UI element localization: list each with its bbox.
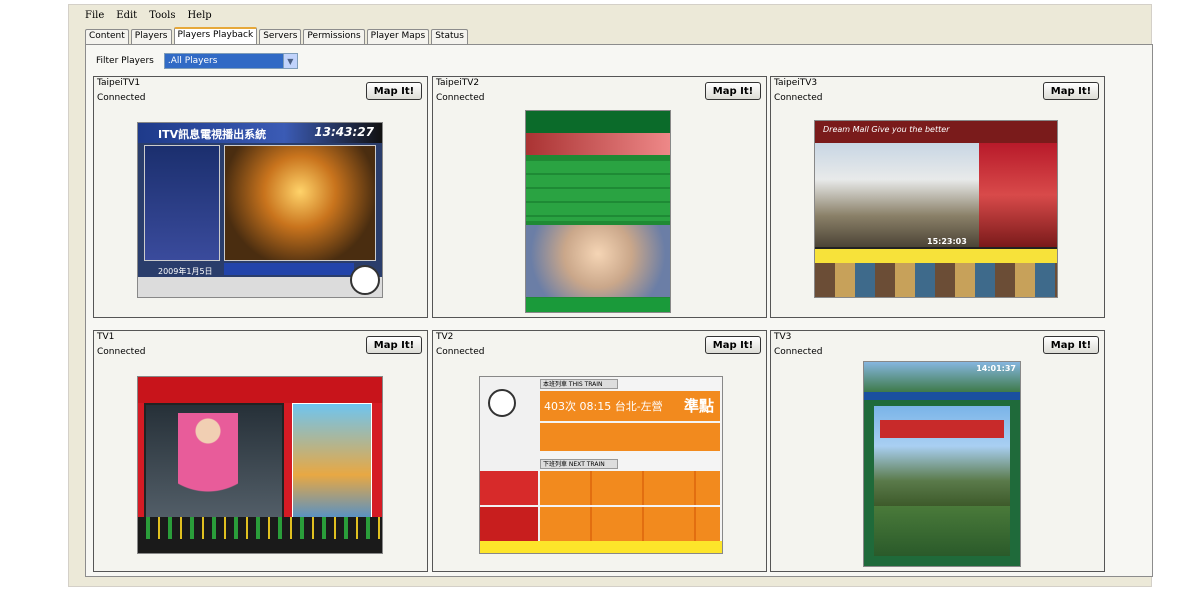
train-info: 403次 08:15 台北-左營 [544, 400, 663, 413]
player-status: Connected [774, 93, 823, 103]
thumb-main-video [224, 145, 376, 261]
thumb-header-text: Dream Mall Give you the better [823, 125, 950, 134]
chevron-down-icon[interactable]: ▼ [282, 54, 297, 68]
filter-row: Filter Players .All Players ▼ [96, 53, 298, 69]
thumb-ticker [815, 249, 1057, 263]
thumb-left-panel [144, 145, 220, 261]
playback-thumbnail: Dream Mall Give you the better 15:23:03 [814, 120, 1058, 298]
player-card-tv1: TV1 Connected Map It! [93, 330, 428, 572]
thumb-strip [815, 263, 1057, 297]
menu-edit[interactable]: Edit [114, 9, 139, 22]
thumb-clock: 13:43:27 [314, 125, 374, 139]
thumb-footer [526, 298, 670, 312]
map-it-button[interactable]: Map It! [705, 82, 761, 100]
player-name: TV2 [436, 332, 454, 342]
thumb-footer [138, 539, 382, 553]
player-card-taipeitv1: TaipeiTV1 Connected Map It! ITV訊息電視播出系統 … [93, 76, 428, 318]
tab-bar: Content Players Players Playback Servers… [85, 27, 470, 44]
thumb-ground [874, 506, 1010, 556]
thumb-photo [815, 143, 979, 247]
thumb-person [178, 413, 238, 513]
tab-player-maps[interactable]: Player Maps [366, 29, 430, 44]
map-it-button[interactable]: Map It! [366, 82, 422, 100]
thumb-band [864, 392, 1020, 400]
thumb-date: 2009年1月5日 [158, 267, 213, 276]
thumb-side-panel [979, 143, 1057, 247]
player-name: TaipeiTV3 [774, 78, 818, 88]
thumb-time: 14:01:37 [976, 364, 1016, 373]
player-card-tv3: TV3 Connected Map It! 14:01:37 [770, 330, 1105, 572]
thumb-header [526, 111, 670, 133]
thumb-band [526, 133, 670, 155]
player-name: TV1 [97, 332, 115, 342]
map-it-button[interactable]: Map It! [705, 336, 761, 354]
tab-servers[interactable]: Servers [259, 29, 302, 44]
playback-thumbnail: 本班列車 THIS TRAIN 403次 08:15 台北-左營 準點 下班列車… [479, 376, 723, 554]
tab-status[interactable]: Status [431, 29, 468, 44]
map-it-button[interactable]: Map It! [1043, 336, 1099, 354]
thumb-caption-bar [224, 263, 354, 275]
player-status: Connected [436, 93, 485, 103]
thumb-arch [880, 420, 1004, 438]
playback-panel: Filter Players .All Players ▼ TaipeiTV1 … [85, 44, 1153, 577]
player-status: Connected [97, 347, 146, 357]
player-name: TaipeiTV1 [97, 78, 141, 88]
map-it-button[interactable]: Map It! [366, 336, 422, 354]
player-card-taipeitv3: TaipeiTV3 Connected Map It! Dream Mall G… [770, 76, 1105, 318]
thumb-ticker [138, 277, 382, 297]
filter-players-select[interactable]: .All Players ▼ [163, 53, 298, 69]
player-status: Connected [97, 93, 146, 103]
playback-thumbnail: ITV訊息電視播出系統 13:43:27 2009年1月5日 [137, 122, 383, 298]
thumb-time: 15:23:03 [927, 237, 967, 246]
filter-label: Filter Players [96, 56, 154, 66]
tab-content[interactable]: Content [85, 29, 129, 44]
tab-players[interactable]: Players [130, 29, 172, 44]
thumb-time-box [480, 507, 538, 541]
app-window: File Edit Tools Help Content Players Pla… [68, 4, 1153, 587]
next-train-label: 下班列車 NEXT TRAIN [540, 459, 618, 469]
playback-thumbnail [137, 376, 383, 554]
menu-tools[interactable]: Tools [147, 9, 177, 22]
clock-icon [350, 265, 380, 295]
this-train-panel: 403次 08:15 台北-左營 準點 [540, 391, 720, 421]
thumb-photo [526, 225, 670, 297]
filter-selected-value: .All Players [164, 54, 283, 68]
player-status: Connected [436, 347, 485, 357]
playback-thumbnail [525, 110, 671, 313]
next-train-row [540, 471, 720, 505]
menu-file[interactable]: File [83, 9, 106, 22]
thumb-header [138, 377, 382, 403]
clock-icon [488, 389, 516, 417]
platform-panel [540, 423, 720, 451]
player-name: TaipeiTV2 [436, 78, 480, 88]
next-train-row [540, 507, 720, 541]
thumb-date-box [480, 471, 538, 505]
thumb-ticker [480, 541, 722, 553]
thumb-title: ITV訊息電視播出系統 [158, 128, 267, 141]
player-card-tv2: TV2 Connected Map It! 本班列車 THIS TRAIN 40… [432, 330, 767, 572]
player-name: TV3 [774, 332, 792, 342]
this-train-label: 本班列車 THIS TRAIN [540, 379, 618, 389]
thumb-poster [292, 403, 372, 523]
thumb-header: Dream Mall Give you the better [815, 121, 1057, 143]
map-it-button[interactable]: Map It! [1043, 82, 1099, 100]
tab-players-playback[interactable]: Players Playback [173, 27, 258, 44]
ontime-status: 準點 [683, 397, 714, 415]
thumb-rows [526, 161, 670, 221]
menu-bar: File Edit Tools Help [69, 5, 1151, 25]
player-status: Connected [774, 347, 823, 357]
player-card-taipeitv2: TaipeiTV2 Connected Map It! [432, 76, 767, 318]
tab-permissions[interactable]: Permissions [303, 29, 365, 44]
menu-help[interactable]: Help [185, 9, 213, 22]
playback-thumbnail: 14:01:37 [863, 361, 1021, 567]
